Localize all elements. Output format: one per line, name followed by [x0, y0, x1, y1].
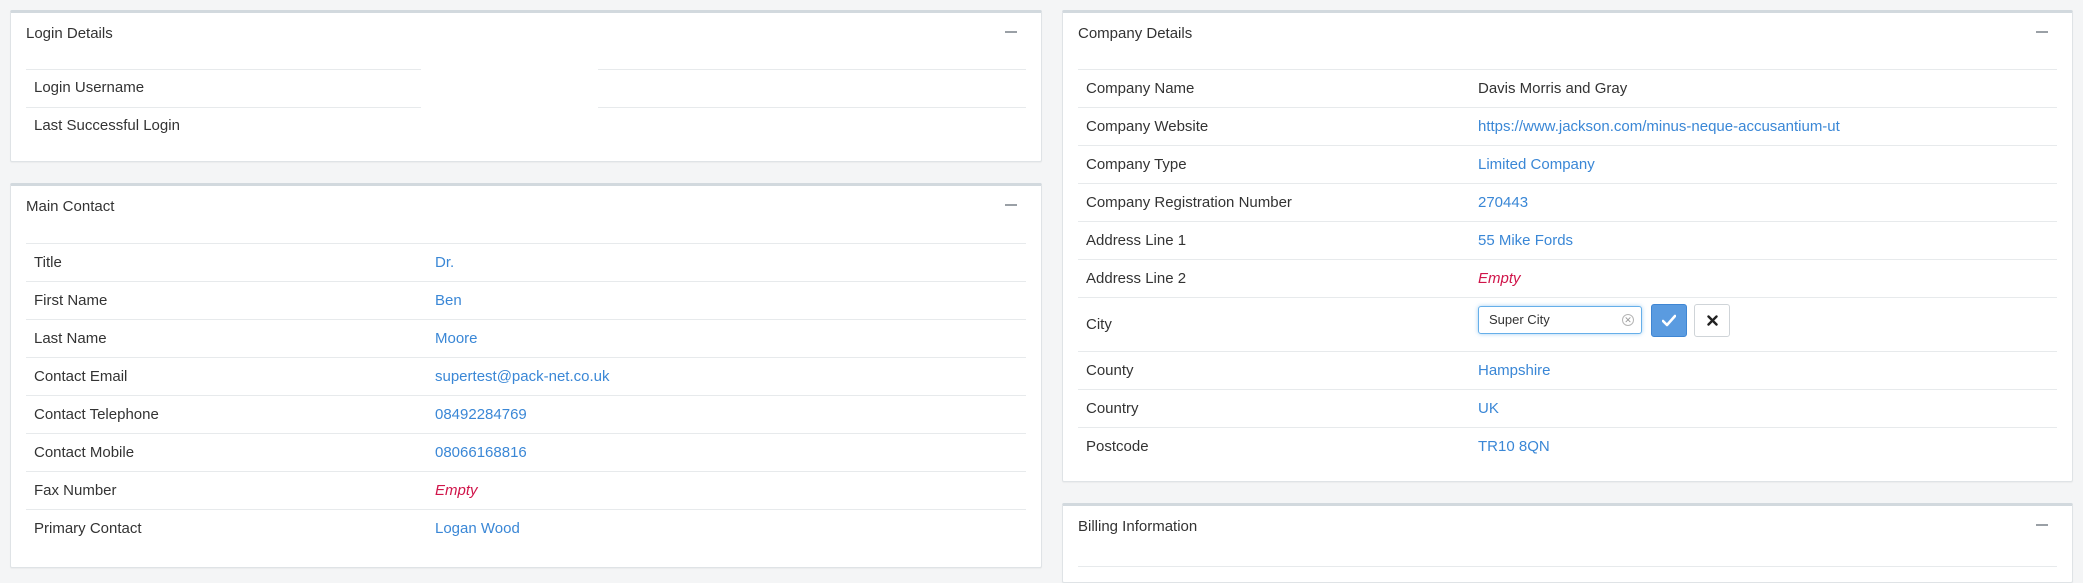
collapse-billing-information-minus-icon[interactable]: [2034, 516, 2050, 532]
times-icon: [1707, 315, 1718, 326]
address-line-2-label: Address Line 2: [1086, 270, 1187, 287]
collapse-main-contact-minus-icon[interactable]: [1003, 196, 1019, 212]
login-details-header: Login Details: [11, 13, 1041, 53]
table-row: Last Name Moore: [26, 319, 1026, 357]
city-input[interactable]: [1487, 311, 1621, 328]
company-details-rows: Company Name Davis Morris and Gray Compa…: [1078, 69, 2057, 465]
company-type-label: Company Type: [1086, 156, 1187, 173]
login-details-panel: Login Details Login Username Last Succes…: [10, 10, 1042, 162]
company-name-label: Company Name: [1086, 80, 1195, 97]
login-username-label: Login Username: [34, 79, 145, 96]
last-name-value[interactable]: Moore: [435, 330, 478, 347]
postcode-label: Postcode: [1086, 438, 1149, 455]
table-row: County Hampshire: [1078, 351, 2057, 389]
company-website-label: Company Website: [1086, 118, 1209, 135]
check-icon: [1662, 314, 1676, 327]
last-successful-login-label: Last Successful Login: [34, 117, 180, 134]
company-type-value[interactable]: Limited Company: [1478, 156, 1595, 173]
billing-information-rows: [1078, 566, 2057, 567]
title-label: Title: [34, 254, 62, 271]
first-name-value[interactable]: Ben: [435, 292, 462, 309]
postcode-value[interactable]: TR10 8QN: [1478, 438, 1550, 455]
table-row: Company Type Limited Company: [1078, 145, 2057, 183]
main-contact-header: Main Contact: [11, 186, 1041, 226]
confirm-city-button[interactable]: [1651, 304, 1687, 337]
table-row: Fax Number Empty: [26, 471, 1026, 509]
address-line-2-value[interactable]: Empty: [1478, 270, 1521, 287]
address-line-1-label: Address Line 1: [1086, 232, 1187, 249]
table-row: Contact Telephone 08492284769: [26, 395, 1026, 433]
collapse-login-details-minus-icon[interactable]: [1003, 23, 1019, 39]
table-row: Address Line 1 55 Mike Fords: [1078, 221, 2057, 259]
table-row: City ✕: [1078, 297, 2057, 351]
table-row: Address Line 2 Empty: [1078, 259, 2057, 297]
company-details-title: Company Details: [1078, 25, 1193, 42]
divider: [1078, 566, 2057, 567]
company-website-value[interactable]: https://www.jackson.com/minus-neque-accu…: [1478, 118, 1840, 135]
table-row: Primary Contact Logan Wood: [26, 509, 1026, 547]
login-details-title: Login Details: [26, 25, 113, 42]
table-row: Login Username: [26, 69, 1026, 107]
county-label: County: [1086, 362, 1134, 379]
company-details-panel: Company Details Company Name Davis Morri…: [1062, 10, 2073, 482]
cancel-city-button[interactable]: [1694, 304, 1730, 337]
company-name-value: Davis Morris and Gray: [1478, 80, 1628, 97]
county-value[interactable]: Hampshire: [1478, 362, 1551, 379]
contact-email-label: Contact Email: [34, 368, 128, 385]
contact-telephone-label: Contact Telephone: [34, 406, 159, 423]
fax-number-value[interactable]: Empty: [435, 482, 478, 499]
company-registration-number-label: Company Registration Number: [1086, 194, 1292, 211]
last-name-label: Last Name: [34, 330, 107, 347]
company-details-header: Company Details: [1063, 13, 2072, 53]
address-line-1-value[interactable]: 55 Mike Fords: [1478, 232, 1573, 249]
main-contact-rows: Title Dr. First Name Ben Last Name Moore…: [26, 243, 1026, 547]
clear-input-icon[interactable]: ✕: [1622, 314, 1634, 326]
city-input-wrapper: ✕: [1478, 306, 1642, 334]
billing-information-title: Billing Information: [1078, 518, 1198, 535]
fax-number-label: Fax Number: [34, 482, 117, 499]
table-row: First Name Ben: [26, 281, 1026, 319]
table-row: Company Name Davis Morris and Gray: [1078, 69, 2057, 107]
contact-email-value[interactable]: supertest@pack-net.co.uk: [435, 368, 609, 385]
country-label: Country: [1086, 400, 1139, 417]
billing-information-panel: Billing Information: [1062, 503, 2073, 583]
table-row: Country UK: [1078, 389, 2057, 427]
collapse-company-details-minus-icon[interactable]: [2034, 23, 2050, 39]
contact-mobile-label: Contact Mobile: [34, 444, 135, 461]
table-row: Company Website https://www.jackson.com/…: [1078, 107, 2057, 145]
table-row: Postcode TR10 8QN: [1078, 427, 2057, 465]
first-name-label: First Name: [34, 292, 108, 309]
table-row: Last Successful Login: [26, 107, 1026, 145]
city-label: City: [1086, 316, 1112, 333]
title-value[interactable]: Dr.: [435, 254, 454, 271]
table-row: Title Dr.: [26, 243, 1026, 281]
contact-mobile-value[interactable]: 08066168816: [435, 444, 527, 461]
login-details-rows: Login Username Last Successful Login: [26, 69, 1026, 145]
table-row: Contact Email supertest@pack-net.co.uk: [26, 357, 1026, 395]
main-contact-panel: Main Contact Title Dr. First Name Ben La…: [10, 183, 1042, 568]
primary-contact-value[interactable]: Logan Wood: [435, 520, 520, 537]
table-row: Contact Mobile 08066168816: [26, 433, 1026, 471]
main-contact-title: Main Contact: [26, 198, 115, 215]
primary-contact-label: Primary Contact: [34, 520, 142, 537]
table-row: Company Registration Number 270443: [1078, 183, 2057, 221]
billing-information-header: Billing Information: [1063, 506, 2072, 546]
company-registration-number-value[interactable]: 270443: [1478, 194, 1528, 211]
contact-telephone-value[interactable]: 08492284769: [435, 406, 527, 423]
country-value[interactable]: UK: [1478, 400, 1499, 417]
